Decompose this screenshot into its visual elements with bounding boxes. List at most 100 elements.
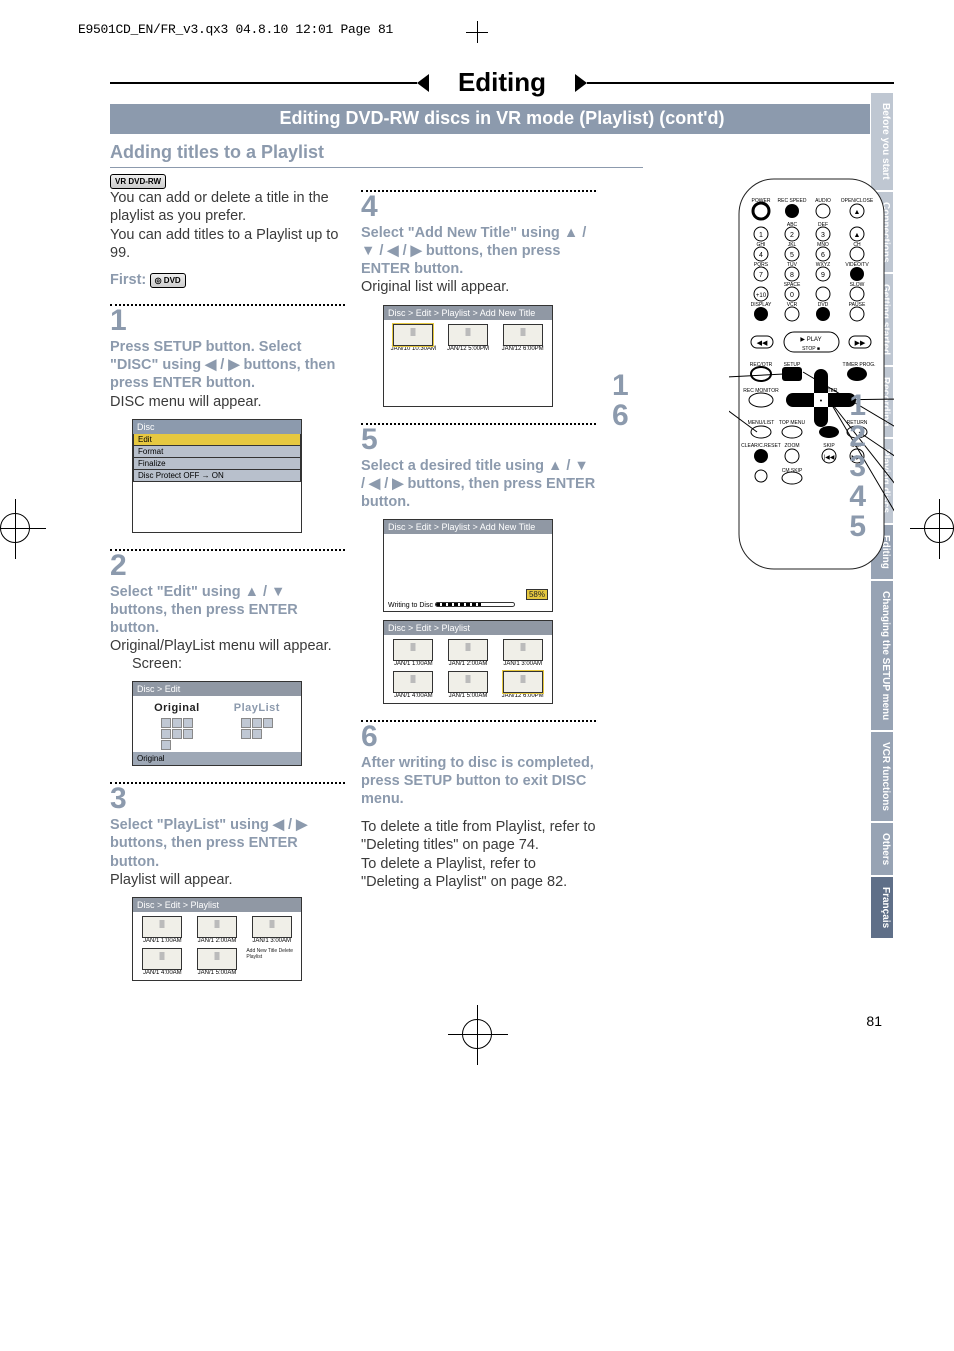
dvd-disc-icon: ◎ DVD — [150, 273, 186, 288]
svg-text:▶▶: ▶▶ — [855, 340, 866, 347]
step-3-num: 3 — [110, 784, 345, 814]
pa-cell-2: JAN/1 3:00AM — [497, 661, 548, 667]
edit-status: Original — [133, 752, 301, 765]
svg-text:2: 2 — [790, 232, 794, 239]
write-percent: 58% — [526, 589, 548, 600]
svg-text:1: 1 — [759, 232, 763, 239]
step-5-title: Select a desired title using ▲ / ▼ / ◀ /… — [361, 457, 596, 511]
svg-text:CLEAR/C.RESET: CLEAR/C.RESET — [741, 443, 781, 449]
svg-text:0: 0 — [790, 292, 794, 299]
pa-cell-0: JAN/1 1:00AM — [388, 661, 439, 667]
playlist-screen: Disc > Edit > Playlist JAN/1 1:00AM JAN/… — [132, 897, 302, 981]
crop-mark-bottom — [462, 1019, 492, 1049]
page-title-band: Editing — [110, 67, 894, 98]
step-1-body: DISC menu will appear. — [110, 393, 345, 411]
addnew-screen: Disc > Edit > Playlist > Add New Title J… — [383, 305, 553, 407]
svg-text:ZOOM: ZOOM — [785, 443, 800, 449]
svg-text:◀◀: ◀◀ — [757, 340, 768, 347]
edit-original: Original — [154, 702, 200, 714]
svg-text:CM SKIP: CM SKIP — [782, 468, 803, 474]
step-6-title: After writing to disc is completed, pres… — [361, 754, 596, 808]
callout-left-6: 6 — [612, 399, 629, 433]
svg-text:3: 3 — [821, 232, 825, 239]
svg-text:9: 9 — [821, 272, 825, 279]
svg-text:|◀◀: |◀◀ — [824, 455, 835, 461]
disc-menu-title: Disc — [133, 420, 301, 434]
svg-text:MENU/LIST: MENU/LIST — [748, 420, 775, 426]
first-label: First: — [110, 272, 146, 288]
disc-menu-screenshot: Disc Edit Format Finalize Disc Protect O… — [132, 419, 302, 533]
playlist-crumb: Disc > Edit > Playlist — [133, 898, 301, 912]
step-5-num: 5 — [361, 425, 596, 455]
an-cell-2: JAN/12 6:00PM — [497, 346, 548, 352]
playlist-after-crumb: Disc > Edit > Playlist — [384, 621, 552, 635]
svg-text:OPEN/CLOSE: OPEN/CLOSE — [841, 198, 874, 204]
write-crumb: Disc > Edit > Playlist > Add New Title — [384, 520, 552, 534]
svg-text:TOP MENU: TOP MENU — [779, 420, 806, 426]
svg-text:8: 8 — [790, 272, 794, 279]
callout-left-1: 1 — [612, 369, 629, 403]
step-6-body1: To delete a title from Playlist, refer t… — [361, 818, 596, 854]
pl-cell-0: JAN/1 1:00AM — [137, 938, 188, 944]
disc-menu-protect: Disc Protect OFF → ON — [133, 470, 301, 482]
step-3-body: Playlist will appear. — [110, 871, 345, 889]
pl-cell-menu: Add New Title Delete Playlist — [246, 948, 297, 960]
remote-illustration: POWER REC SPEED AUDIO OPEN/CLOSE ▲ ABCDE… — [729, 174, 894, 574]
svg-text:4: 4 — [759, 252, 763, 259]
step-4-title: Select "Add New Title" using ▲ / ▼ / ◀ /… — [361, 224, 596, 278]
callout-right-2: 2 — [849, 420, 866, 454]
progress-bar — [435, 602, 515, 607]
intro-p2: You can add titles to a Playlist up to 9… — [110, 226, 345, 262]
write-label: Writing to Disc — [388, 602, 433, 609]
step-2-title: Select "Edit" using ▲ / ▼ buttons, then … — [110, 583, 345, 637]
step-4-body: Original list will appear. — [361, 278, 596, 296]
svg-text:6: 6 — [821, 252, 825, 259]
step-2-num: 2 — [110, 551, 345, 581]
addnew-crumb: Disc > Edit > Playlist > Add New Title — [384, 306, 552, 320]
callout-right-5: 5 — [849, 510, 866, 544]
an-cell-0: JAN/10 10:30AM — [388, 346, 439, 352]
edit-screen: Disc > Edit Original PlayList Original — [132, 681, 302, 766]
sub-banner: Editing DVD-RW discs in VR mode (Playlis… — [110, 104, 894, 134]
disc-menu-format: Format — [133, 446, 301, 458]
dvd-rw-badge: VR DVD-RW — [110, 174, 166, 189]
step-6-body2: To delete a Playlist, refer to "Deleting… — [361, 855, 596, 891]
svg-text:TIMER PROG.: TIMER PROG. — [842, 362, 875, 368]
callout-right-4: 4 — [849, 480, 866, 514]
page-number: 81 — [866, 1013, 882, 1029]
pa-cell-5: JAN/12 6:00PM — [497, 693, 548, 699]
svg-text:7: 7 — [759, 272, 763, 279]
page-title: Editing — [428, 67, 576, 98]
step-4-num: 4 — [361, 192, 596, 222]
svg-text:▶ PLAY: ▶ PLAY — [800, 337, 821, 343]
svg-text:REC SPEED: REC SPEED — [778, 198, 807, 204]
write-screen: Disc > Edit > Playlist > Add New Title 5… — [383, 519, 553, 612]
svg-text:5: 5 — [790, 252, 794, 259]
step-1-num: 1 — [110, 306, 345, 336]
step-3-title: Select "PlayList" using ◀ / ▶ buttons, t… — [110, 816, 345, 870]
step-6-num: 6 — [361, 722, 596, 752]
pa-cell-3: JAN/1 4:00AM — [388, 693, 439, 699]
callout-right-3: 3 — [849, 450, 866, 484]
svg-text:AUDIO: AUDIO — [815, 198, 831, 204]
pa-cell-1: JAN/1 2:00AM — [443, 661, 494, 667]
svg-text:▲: ▲ — [854, 232, 861, 239]
svg-text:STOP ■: STOP ■ — [802, 346, 820, 352]
playlist-after-screen: Disc > Edit > Playlist JAN/1 1:00AM JAN/… — [383, 620, 553, 704]
pa-cell-4: JAN/1 5:00AM — [443, 693, 494, 699]
edit-playlist: PlayList — [234, 702, 280, 714]
disc-menu-finalize: Finalize — [133, 458, 301, 470]
step-2-body: Original/PlayList menu will appear. — [110, 637, 345, 655]
pl-cell-4: JAN/1 5:00AM — [192, 970, 243, 976]
screen-label: Screen: — [132, 655, 345, 673]
callout-right-1: 1 — [849, 389, 866, 423]
edit-crumb: Disc > Edit — [133, 682, 301, 696]
intro-p1: You can add or delete a title in the pla… — [110, 189, 345, 225]
svg-text:+10: +10 — [756, 293, 767, 299]
disc-menu-edit: Edit — [133, 434, 301, 446]
pl-cell-1: JAN/1 2:00AM — [192, 938, 243, 944]
svg-text:▲: ▲ — [854, 209, 861, 216]
svg-text:SKIP: SKIP — [823, 443, 835, 449]
pl-cell-2: JAN/1 3:00AM — [246, 938, 297, 944]
an-cell-1: JAN/12 5:00PM — [443, 346, 494, 352]
